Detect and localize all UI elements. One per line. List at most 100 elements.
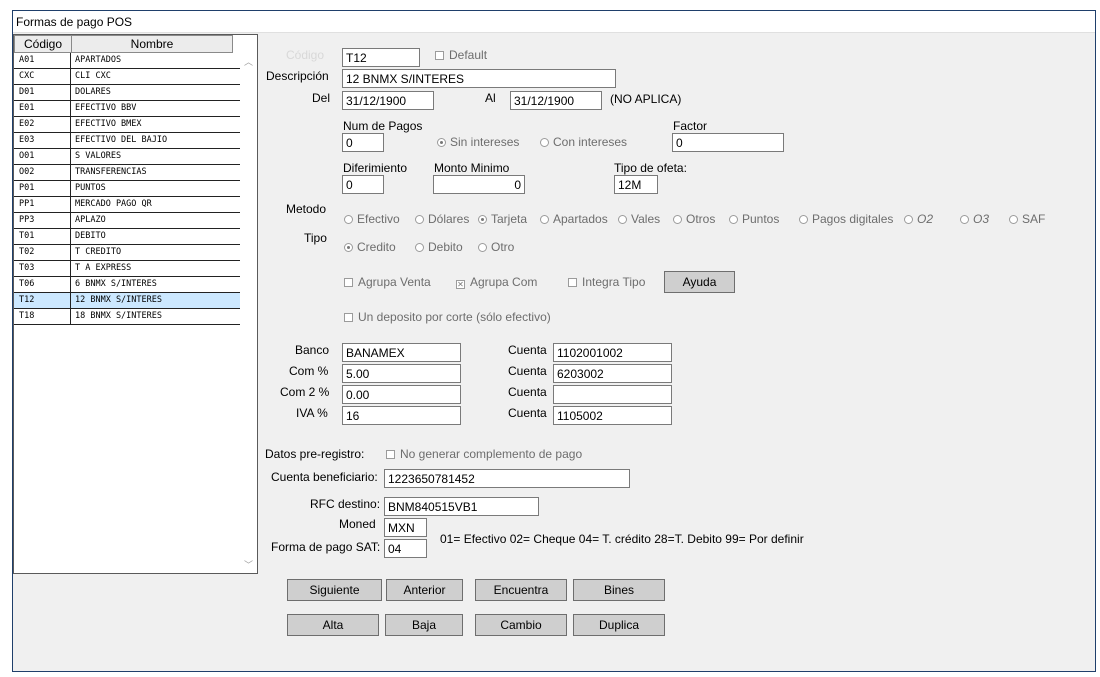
tipo-ofeta-label: Tipo de ofeta: <box>614 161 687 175</box>
list-cell-name: 12 BNMX S/INTERES <box>75 295 162 305</box>
metodo-vales-radio[interactable]: Vales <box>618 212 660 226</box>
agrupa-venta-checkbox[interactable]: Agrupa Venta <box>344 275 431 289</box>
metodo-o3-radio[interactable]: O3 <box>960 212 989 226</box>
list-row[interactable]: O01 S VALORES <box>14 149 240 165</box>
list-row[interactable]: E01 EFECTIVO BBV <box>14 101 240 117</box>
tipo-ofeta-field[interactable]: 12M <box>614 175 658 194</box>
rfc-destino-field[interactable]: BNM840515VB1 <box>384 497 539 516</box>
list-row[interactable]: PP1 MERCADO PAGO QR <box>14 197 240 213</box>
list-row[interactable]: T03 T A EXPRESS <box>14 261 240 277</box>
codigo-label: Código <box>286 48 325 62</box>
cuenta-beneficiario-label: Cuenta beneficiario: <box>271 470 378 484</box>
ayuda-button[interactable]: Ayuda <box>664 271 735 293</box>
list-cell-name: T CREDITO <box>75 247 122 257</box>
list-row[interactable]: A01 APARTADOS <box>14 53 240 69</box>
moned-field[interactable]: MXN <box>384 518 427 537</box>
integra-tipo-checkbox[interactable]: Integra Tipo <box>568 275 645 289</box>
metodo-dolares-radio[interactable]: Dólares <box>415 212 469 226</box>
list-row[interactable]: T18 18 BNMX S/INTERES <box>14 309 240 325</box>
list-row[interactable]: T06 6 BNMX S/INTERES <box>14 277 240 293</box>
anterior-button[interactable]: Anterior <box>386 579 463 601</box>
metodo-puntos-radio[interactable]: Puntos <box>729 212 779 226</box>
payment-methods-list[interactable]: Código Nombre A01 APARTADOS CXC CLI CXC D01 D… <box>13 34 258 574</box>
column-header-code[interactable]: Código <box>14 35 72 53</box>
no-generar-checkbox[interactable]: No generar complemento de pago <box>386 447 582 461</box>
bines-button[interactable]: Bines <box>573 579 665 601</box>
list-cell-name: EFECTIVO BBV <box>75 103 137 113</box>
metodo-saf-radio[interactable]: SAF <box>1009 212 1045 226</box>
alta-button[interactable]: Alta <box>287 614 379 636</box>
window-title: Formas de pago POS <box>13 11 1095 33</box>
tipo-otro-radio[interactable]: Otro <box>478 240 514 254</box>
list-row[interactable]: T02 T CREDITO <box>14 245 240 261</box>
metodo-apartados-radio[interactable]: Apartados <box>540 212 608 226</box>
un-deposito-checkbox[interactable]: Un deposito por corte (sólo efectivo) <box>344 310 551 324</box>
scroll-up-icon[interactable]: ︿ <box>244 55 253 68</box>
list-row[interactable]: O02 TRANSFERENCIAS <box>14 165 240 181</box>
radio-sin-intereses[interactable]: Sin intereses <box>437 135 519 149</box>
forma-pago-sat-label: Forma de pago SAT: <box>271 540 381 554</box>
diferimiento-field[interactable]: 0 <box>342 175 384 194</box>
list-cell-name: APARTADOS <box>75 55 122 65</box>
tipo-label: Tipo <box>304 231 327 245</box>
cuenta-field-2[interactable]: 6203002 <box>553 364 672 383</box>
list-cell-code: E02 <box>14 117 71 132</box>
metodo-label: Metodo <box>286 202 327 216</box>
list-row[interactable]: T12 12 BNMX S/INTERES <box>14 293 240 309</box>
baja-button[interactable]: Baja <box>385 614 463 636</box>
list-cell-name: APLAZO <box>75 215 106 225</box>
tipo-credito-radio[interactable]: Credito <box>344 240 396 254</box>
metodo-pagos-digitales-radio[interactable]: Pagos digitales <box>799 212 893 226</box>
cuenta-field-3[interactable] <box>553 385 672 404</box>
al-date-field[interactable]: 31/12/1900 <box>510 91 602 110</box>
scroll-down-icon[interactable]: ﹀ <box>244 558 253 571</box>
tipo-debito-radio[interactable]: Debito <box>415 240 463 254</box>
list-scrollbar[interactable]: ︿ ﹀ <box>242 53 257 573</box>
list-row[interactable]: D01 DOLARES <box>14 85 240 101</box>
codigo-field[interactable]: T12 <box>342 48 420 67</box>
duplica-button[interactable]: Duplica <box>573 614 665 636</box>
descripcion-field[interactable]: 12 BNMX S/INTERES <box>342 69 616 88</box>
list-cell-name: DEBITO <box>75 231 106 241</box>
forma-pago-sat-field[interactable]: 04 <box>384 539 427 558</box>
list-cell-code: T12 <box>14 293 71 308</box>
iva-label: IVA % <box>296 406 328 420</box>
monto-minimo-field[interactable]: 0 <box>433 175 525 194</box>
list-row[interactable]: P01 PUNTOS <box>14 181 240 197</box>
default-checkbox[interactable]: Default <box>435 48 487 62</box>
list-cell-code: PP1 <box>14 197 71 212</box>
com-field[interactable]: 5.00 <box>342 364 461 383</box>
factor-field[interactable]: 0 <box>672 133 784 152</box>
agrupa-com-checkbox[interactable]: ✕ Agrupa Com <box>456 275 537 289</box>
list-cell-code: T03 <box>14 261 71 276</box>
cuenta-field-4[interactable]: 1105002 <box>553 406 672 425</box>
list-row[interactable]: CXC CLI CXC <box>14 69 240 85</box>
siguiente-button[interactable]: Siguiente <box>287 579 382 601</box>
column-header-name[interactable]: Nombre <box>71 35 233 53</box>
cuenta-field-1[interactable]: 1102001002 <box>553 343 672 362</box>
factor-label: Factor <box>673 119 708 133</box>
iva-field[interactable]: 16 <box>342 406 461 425</box>
list-row[interactable]: T01 DEBITO <box>14 229 240 245</box>
radio-con-intereses[interactable]: Con intereses <box>540 135 627 149</box>
encuentra-button[interactable]: Encuentra <box>475 579 567 601</box>
cuenta-beneficiario-field[interactable]: 1223650781452 <box>384 469 630 488</box>
num-pagos-label: Num de Pagos <box>343 119 423 133</box>
list-cell-code: A01 <box>14 53 71 68</box>
rfc-destino-label: RFC destino: <box>310 497 381 511</box>
cambio-button[interactable]: Cambio <box>475 614 567 636</box>
metodo-otros-radio[interactable]: Otros <box>673 212 715 226</box>
cuenta-label-2: Cuenta <box>508 364 547 378</box>
list-row[interactable]: PP3 APLAZO <box>14 213 240 229</box>
list-row[interactable]: E02 EFECTIVO BMEX <box>14 117 240 133</box>
metodo-tarjeta-radio[interactable]: Tarjeta <box>478 212 527 226</box>
banco-field[interactable]: BANAMEX <box>342 343 461 362</box>
cuenta-label-4: Cuenta <box>508 406 547 420</box>
metodo-efectivo-radio[interactable]: Efectivo <box>344 212 400 226</box>
num-pagos-field[interactable]: 0 <box>342 133 384 152</box>
metodo-o2-radio[interactable]: O2 <box>904 212 933 226</box>
list-row[interactable]: E03 EFECTIVO DEL BAJIO <box>14 133 240 149</box>
com2-field[interactable]: 0.00 <box>342 385 461 404</box>
del-date-field[interactable]: 31/12/1900 <box>342 91 434 110</box>
list-cell-code: T01 <box>14 229 71 244</box>
